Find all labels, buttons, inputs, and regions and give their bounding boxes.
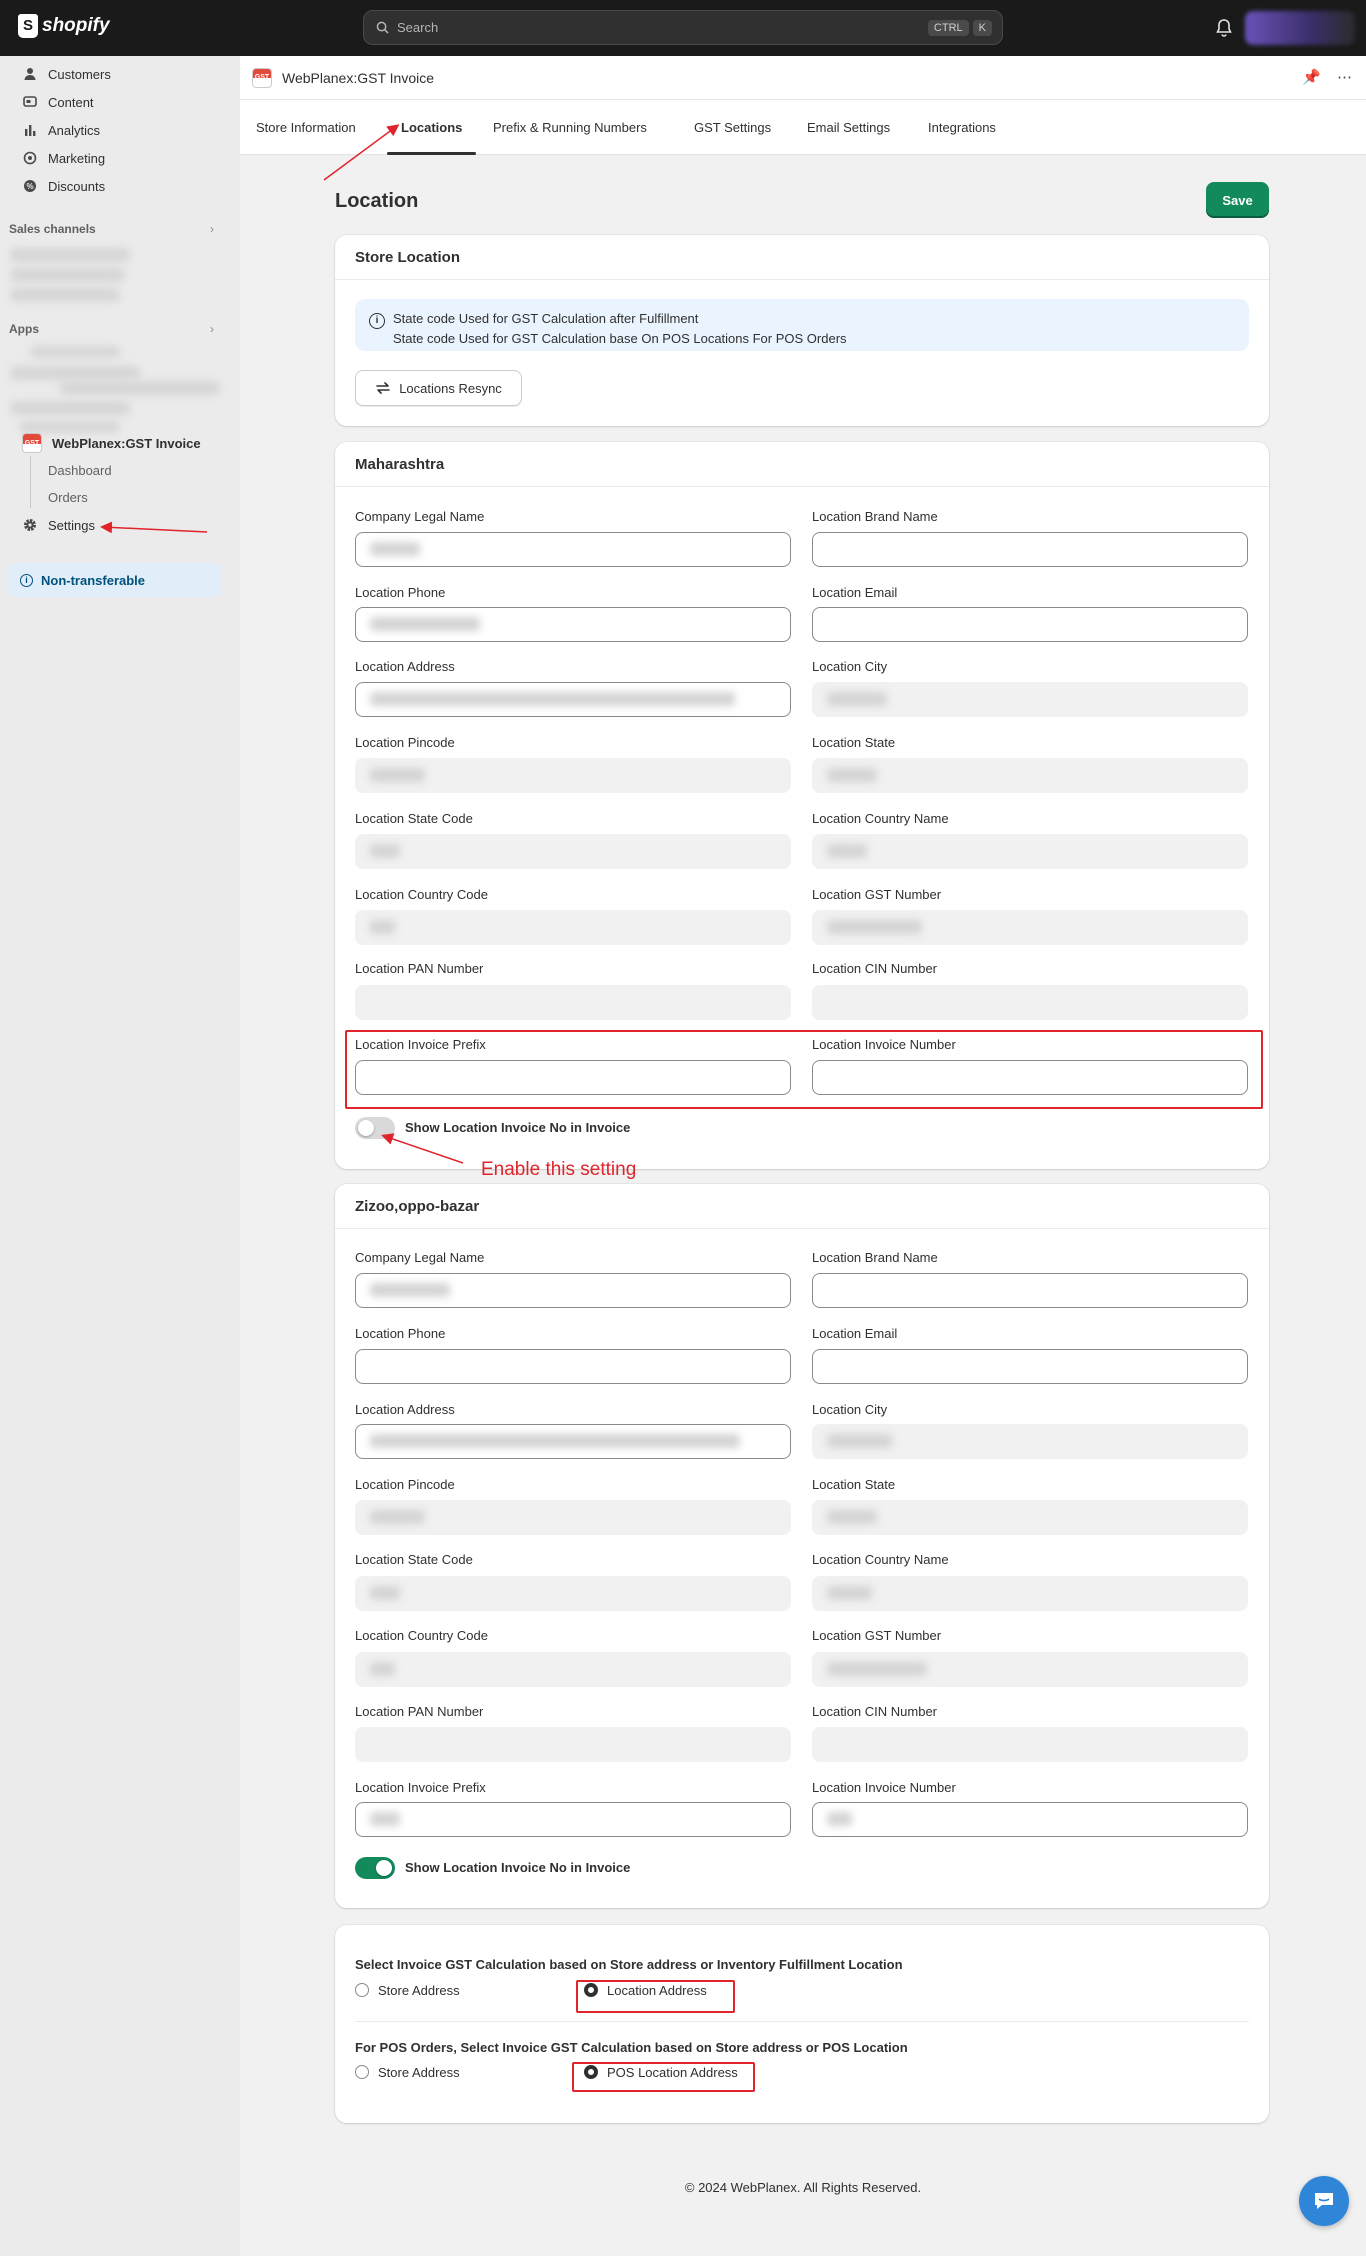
annotation-arrows xyxy=(100,124,464,1164)
annotation-arrow xyxy=(381,1133,464,1164)
annotation-arrow xyxy=(323,124,400,181)
annotation-arrow xyxy=(100,521,208,534)
